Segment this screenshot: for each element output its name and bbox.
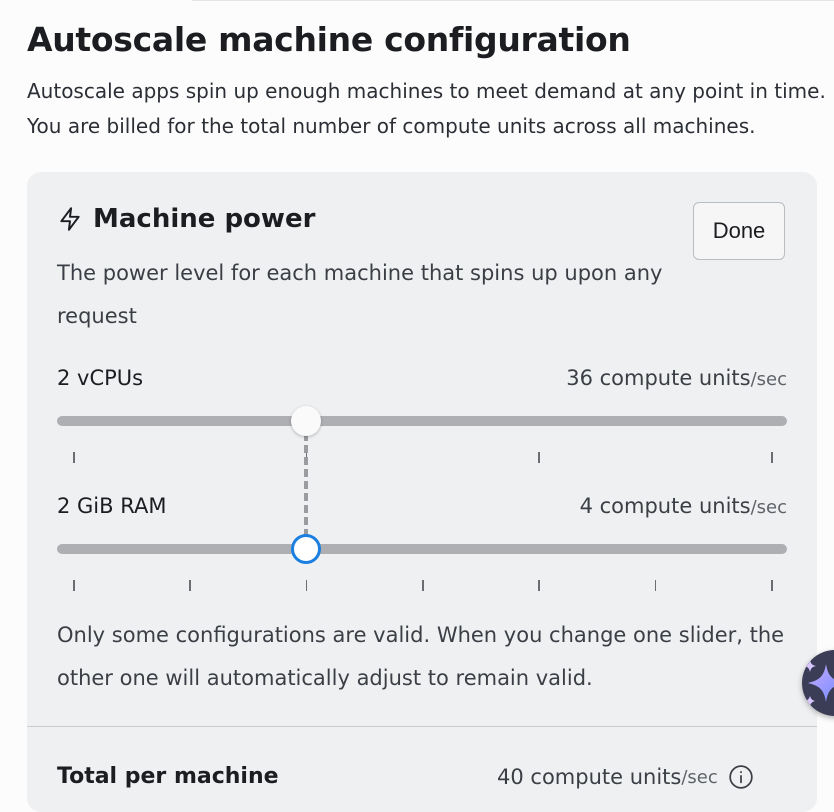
- slider-tick: [538, 580, 540, 591]
- slider-tick: [771, 452, 773, 463]
- page-title: Autoscale machine configuration: [27, 20, 631, 59]
- slider-tick: [422, 580, 424, 591]
- slider-tick: [771, 580, 773, 591]
- ram-slider-track[interactable]: [57, 544, 787, 554]
- lightning-bolt-icon: [57, 206, 83, 232]
- cpu-compute-value: 36 compute units: [566, 366, 751, 390]
- machine-power-panel: Machine power Done The power level for e…: [27, 172, 817, 812]
- total-compute-units: 40 compute units/sec: [497, 764, 754, 790]
- page-subtitle: Autoscale apps spin up enough machines t…: [27, 79, 826, 138]
- info-icon[interactable]: [728, 764, 754, 790]
- slider-tick: [538, 452, 540, 463]
- ram-compute-value: 4 compute units: [579, 494, 751, 518]
- slider-tick: [305, 580, 308, 591]
- slider-tick: [189, 580, 191, 591]
- total-label: Total per machine: [57, 764, 279, 789]
- ram-label: 2 GiB RAM: [57, 494, 167, 518]
- total-unit-suffix: /sec: [681, 766, 718, 788]
- slider-tick: [73, 452, 75, 463]
- panel-divider: [27, 726, 817, 727]
- top-border: [192, 0, 834, 1]
- cpu-unit-suffix: /sec: [750, 369, 787, 390]
- cpu-slider-track[interactable]: [57, 416, 787, 426]
- slider-tick: [654, 580, 657, 591]
- ram-unit-suffix: /sec: [750, 497, 787, 518]
- slider-tick: [73, 580, 75, 591]
- cpu-label: 2 vCPUs: [57, 366, 144, 390]
- ram-compute-units: 4 compute units/sec: [580, 494, 787, 518]
- cpu-compute-units: 36 compute units/sec: [566, 366, 787, 390]
- machine-power-description: The power level for each machine that sp…: [57, 261, 663, 328]
- machine-power-title: Machine power: [93, 204, 316, 234]
- ram-slider-thumb[interactable]: [290, 534, 321, 564]
- cpu-slider-thumb[interactable]: [290, 406, 321, 436]
- done-button[interactable]: Done: [693, 202, 785, 260]
- validity-note: Only some configurations are valid. When…: [57, 623, 785, 690]
- total-compute-value: 40 compute units: [497, 765, 682, 789]
- machine-power-header: Machine power: [57, 204, 315, 234]
- slider-link-line: [303, 421, 308, 549]
